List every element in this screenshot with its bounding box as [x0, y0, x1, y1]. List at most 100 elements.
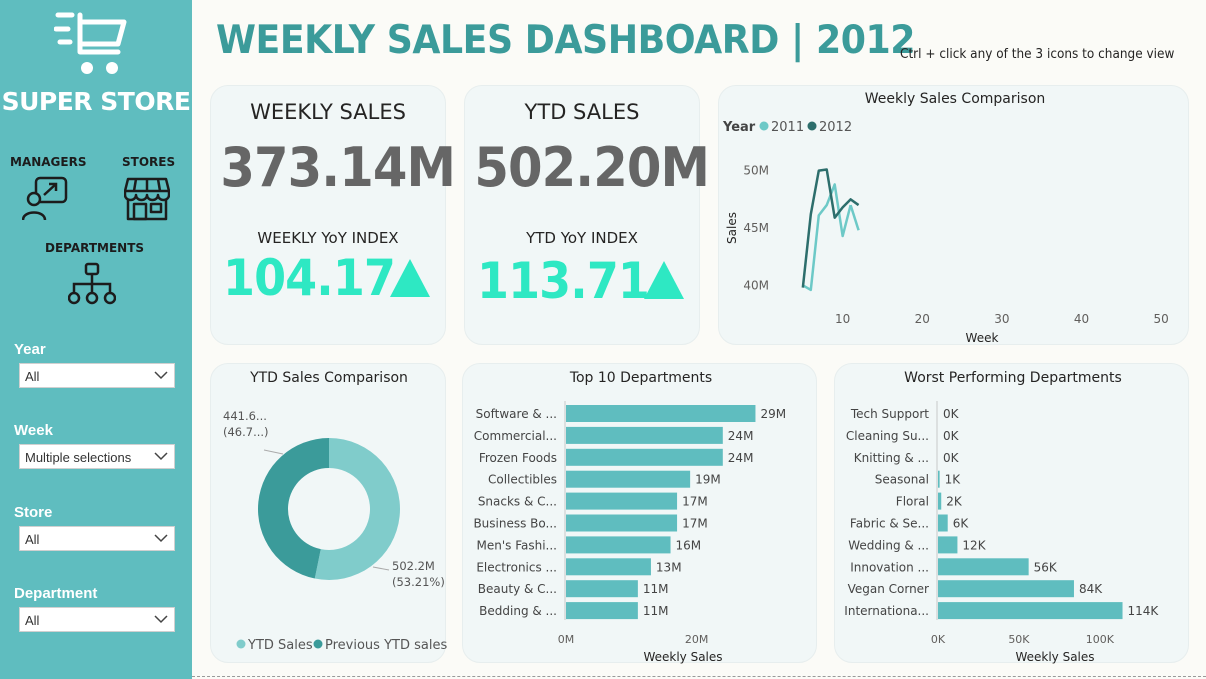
store-icon[interactable]: [124, 175, 170, 221]
x-tick-label: 100K: [1086, 633, 1115, 646]
bar-top-1[interactable]: [566, 426, 723, 444]
bar-value-label: 24M: [728, 429, 754, 443]
filter-label-year: Year: [14, 341, 46, 358]
donut-pct-ytd: (53.21%): [392, 575, 445, 589]
bar-category-label: Collectibles: [488, 473, 557, 487]
y-tick-label: 40M: [743, 278, 769, 292]
donut-label-prev: 441.6...: [223, 409, 267, 423]
legend-label-ytd: YTD Sales: [247, 638, 313, 653]
bar-top-4[interactable]: [566, 492, 678, 510]
bar-top-9[interactable]: [566, 602, 638, 620]
bar-worst-5[interactable]: [938, 514, 948, 532]
bar-top-2[interactable]: [566, 448, 723, 466]
year-dropdown[interactable]: All: [19, 363, 175, 388]
nav-label-stores[interactable]: STORES: [122, 155, 175, 169]
nav-label-managers[interactable]: MANAGERS: [10, 155, 87, 169]
bar-worst-4[interactable]: [938, 492, 942, 510]
x-tick-label: 50K: [1008, 633, 1030, 646]
bar-category-label: Knitting & ...: [854, 451, 929, 465]
ytd-sales-value: 502.20M: [474, 136, 710, 199]
series-line-2011[interactable]: [849, 204, 860, 231]
bottom-divider: [192, 676, 1206, 677]
department-dropdown-value: All: [25, 613, 40, 628]
legend-marker-prev: [313, 639, 323, 649]
bar-category-label: Floral: [896, 495, 929, 509]
x-tick-label: 30: [994, 312, 1009, 326]
bar-category-label: Cleaning Su...: [846, 429, 929, 443]
bar-category-label: Beauty & C...: [478, 582, 557, 596]
legend-label-2012: 2012: [819, 120, 852, 135]
ytd-sales-card: YTD SALES 502.20M YTD YoY INDEX 113.71: [464, 85, 710, 345]
bar-value-label: 1K: [945, 473, 962, 487]
bar-value-label: 12K: [962, 538, 986, 552]
weekly-sales-line-chart[interactable]: Weekly Sales Comparison Year 2011 2012 S…: [719, 86, 1190, 346]
legend-label-prev: Previous YTD sales: [325, 638, 447, 653]
bar-value-label: 17M: [682, 495, 708, 509]
bar-value-label: 84K: [1079, 582, 1103, 596]
bar-worst-7[interactable]: [938, 558, 1029, 576]
bar-top-0[interactable]: [566, 405, 756, 422]
bar-category-label: Frozen Foods: [479, 451, 557, 465]
bar-value-label: 56K: [1034, 560, 1058, 574]
legend-marker-2011: [759, 121, 769, 131]
y-axis-label: Sales: [725, 212, 739, 244]
donut-pct-prev: (46.7...): [223, 425, 269, 439]
week-dropdown[interactable]: Multiple selections: [19, 444, 175, 469]
bar-top-3[interactable]: [566, 470, 691, 488]
weekly-sales-card: WEEKLY SALES 373.14M WEEKLY YoY INDEX 10…: [210, 85, 456, 345]
legend-label-2011: 2011: [771, 120, 804, 135]
chevron-down-icon: [154, 452, 168, 461]
bar-top-6[interactable]: [566, 536, 671, 554]
store-name: SUPER STORE: [1, 87, 191, 116]
department-hierarchy-icon[interactable]: [68, 262, 116, 306]
bar-worst-3[interactable]: [938, 470, 940, 488]
nav-label-departments[interactable]: DEPARTMENTS: [45, 241, 144, 255]
filter-label-store: Store: [14, 504, 53, 521]
shopping-cart-icon: [54, 12, 127, 74]
bar-top-7[interactable]: [566, 558, 651, 576]
series-line-2012[interactable]: [801, 168, 860, 288]
bar-value-label: 0K: [943, 429, 960, 443]
donut-title: YTD Sales Comparison: [249, 370, 408, 386]
chevron-down-icon: [154, 534, 168, 543]
trend-up-icon: [644, 261, 684, 299]
manager-icon[interactable]: [22, 175, 70, 223]
series-line-2011[interactable]: [802, 183, 852, 292]
donut-leader-line: [263, 449, 284, 455]
legend-title: Year: [722, 120, 756, 135]
bar-value-label: 16M: [676, 538, 702, 552]
bar-value-label: 11M: [643, 582, 669, 596]
store-dropdown[interactable]: All: [19, 526, 175, 551]
bar-worst-9[interactable]: [938, 602, 1123, 620]
worst-departments-bar-chart[interactable]: Worst Performing Departments Weekly Sale…: [835, 364, 1190, 664]
weekly-yoy-label: WEEKLY YoY INDEX: [257, 229, 399, 247]
legend-marker-2012: [807, 121, 817, 131]
bar-worst-6[interactable]: [938, 536, 958, 554]
bar-category-label: Internationa...: [844, 604, 929, 618]
bar-category-label: Seasonal: [875, 473, 929, 487]
bar-top-5[interactable]: [566, 514, 678, 532]
bar-value-label: 11M: [643, 604, 669, 618]
bar-top-8[interactable]: [566, 580, 638, 598]
top-departments-bar-chart[interactable]: Top 10 Departments Weekly Sales Software…: [463, 364, 818, 664]
x-tick-label: 0K: [931, 633, 946, 646]
donut-leader-line: [372, 566, 390, 571]
y-tick-label: 45M: [743, 221, 769, 235]
donut-slice-previous-ytd[interactable]: [258, 438, 329, 579]
ytd-sales-comparison-card: YTD Sales Comparison 441.6... (46.7...) …: [210, 363, 447, 664]
bar-category-label: Electronics ...: [476, 560, 557, 574]
top-chart-title: Top 10 Departments: [569, 370, 712, 386]
bar-worst-8[interactable]: [938, 580, 1074, 598]
view-hint: Ctrl + click any of the 3 icons to chang…: [900, 47, 1175, 62]
x-tick-label: 0M: [558, 633, 575, 646]
top-10-departments-card: Top 10 Departments Weekly Sales Software…: [462, 363, 818, 664]
chevron-down-icon: [154, 371, 168, 380]
top-x-axis-label: Weekly Sales: [643, 650, 722, 664]
department-dropdown[interactable]: All: [19, 607, 175, 632]
worst-chart-title: Worst Performing Departments: [904, 370, 1122, 386]
trend-up-icon: [390, 259, 430, 297]
bar-category-label: Bedding & ...: [479, 604, 557, 618]
ytd-donut-chart[interactable]: YTD Sales Comparison 441.6... (46.7...) …: [211, 364, 447, 664]
bar-category-label: Commercial...: [474, 429, 557, 443]
weekly-sales-value: 373.14M: [220, 136, 456, 199]
